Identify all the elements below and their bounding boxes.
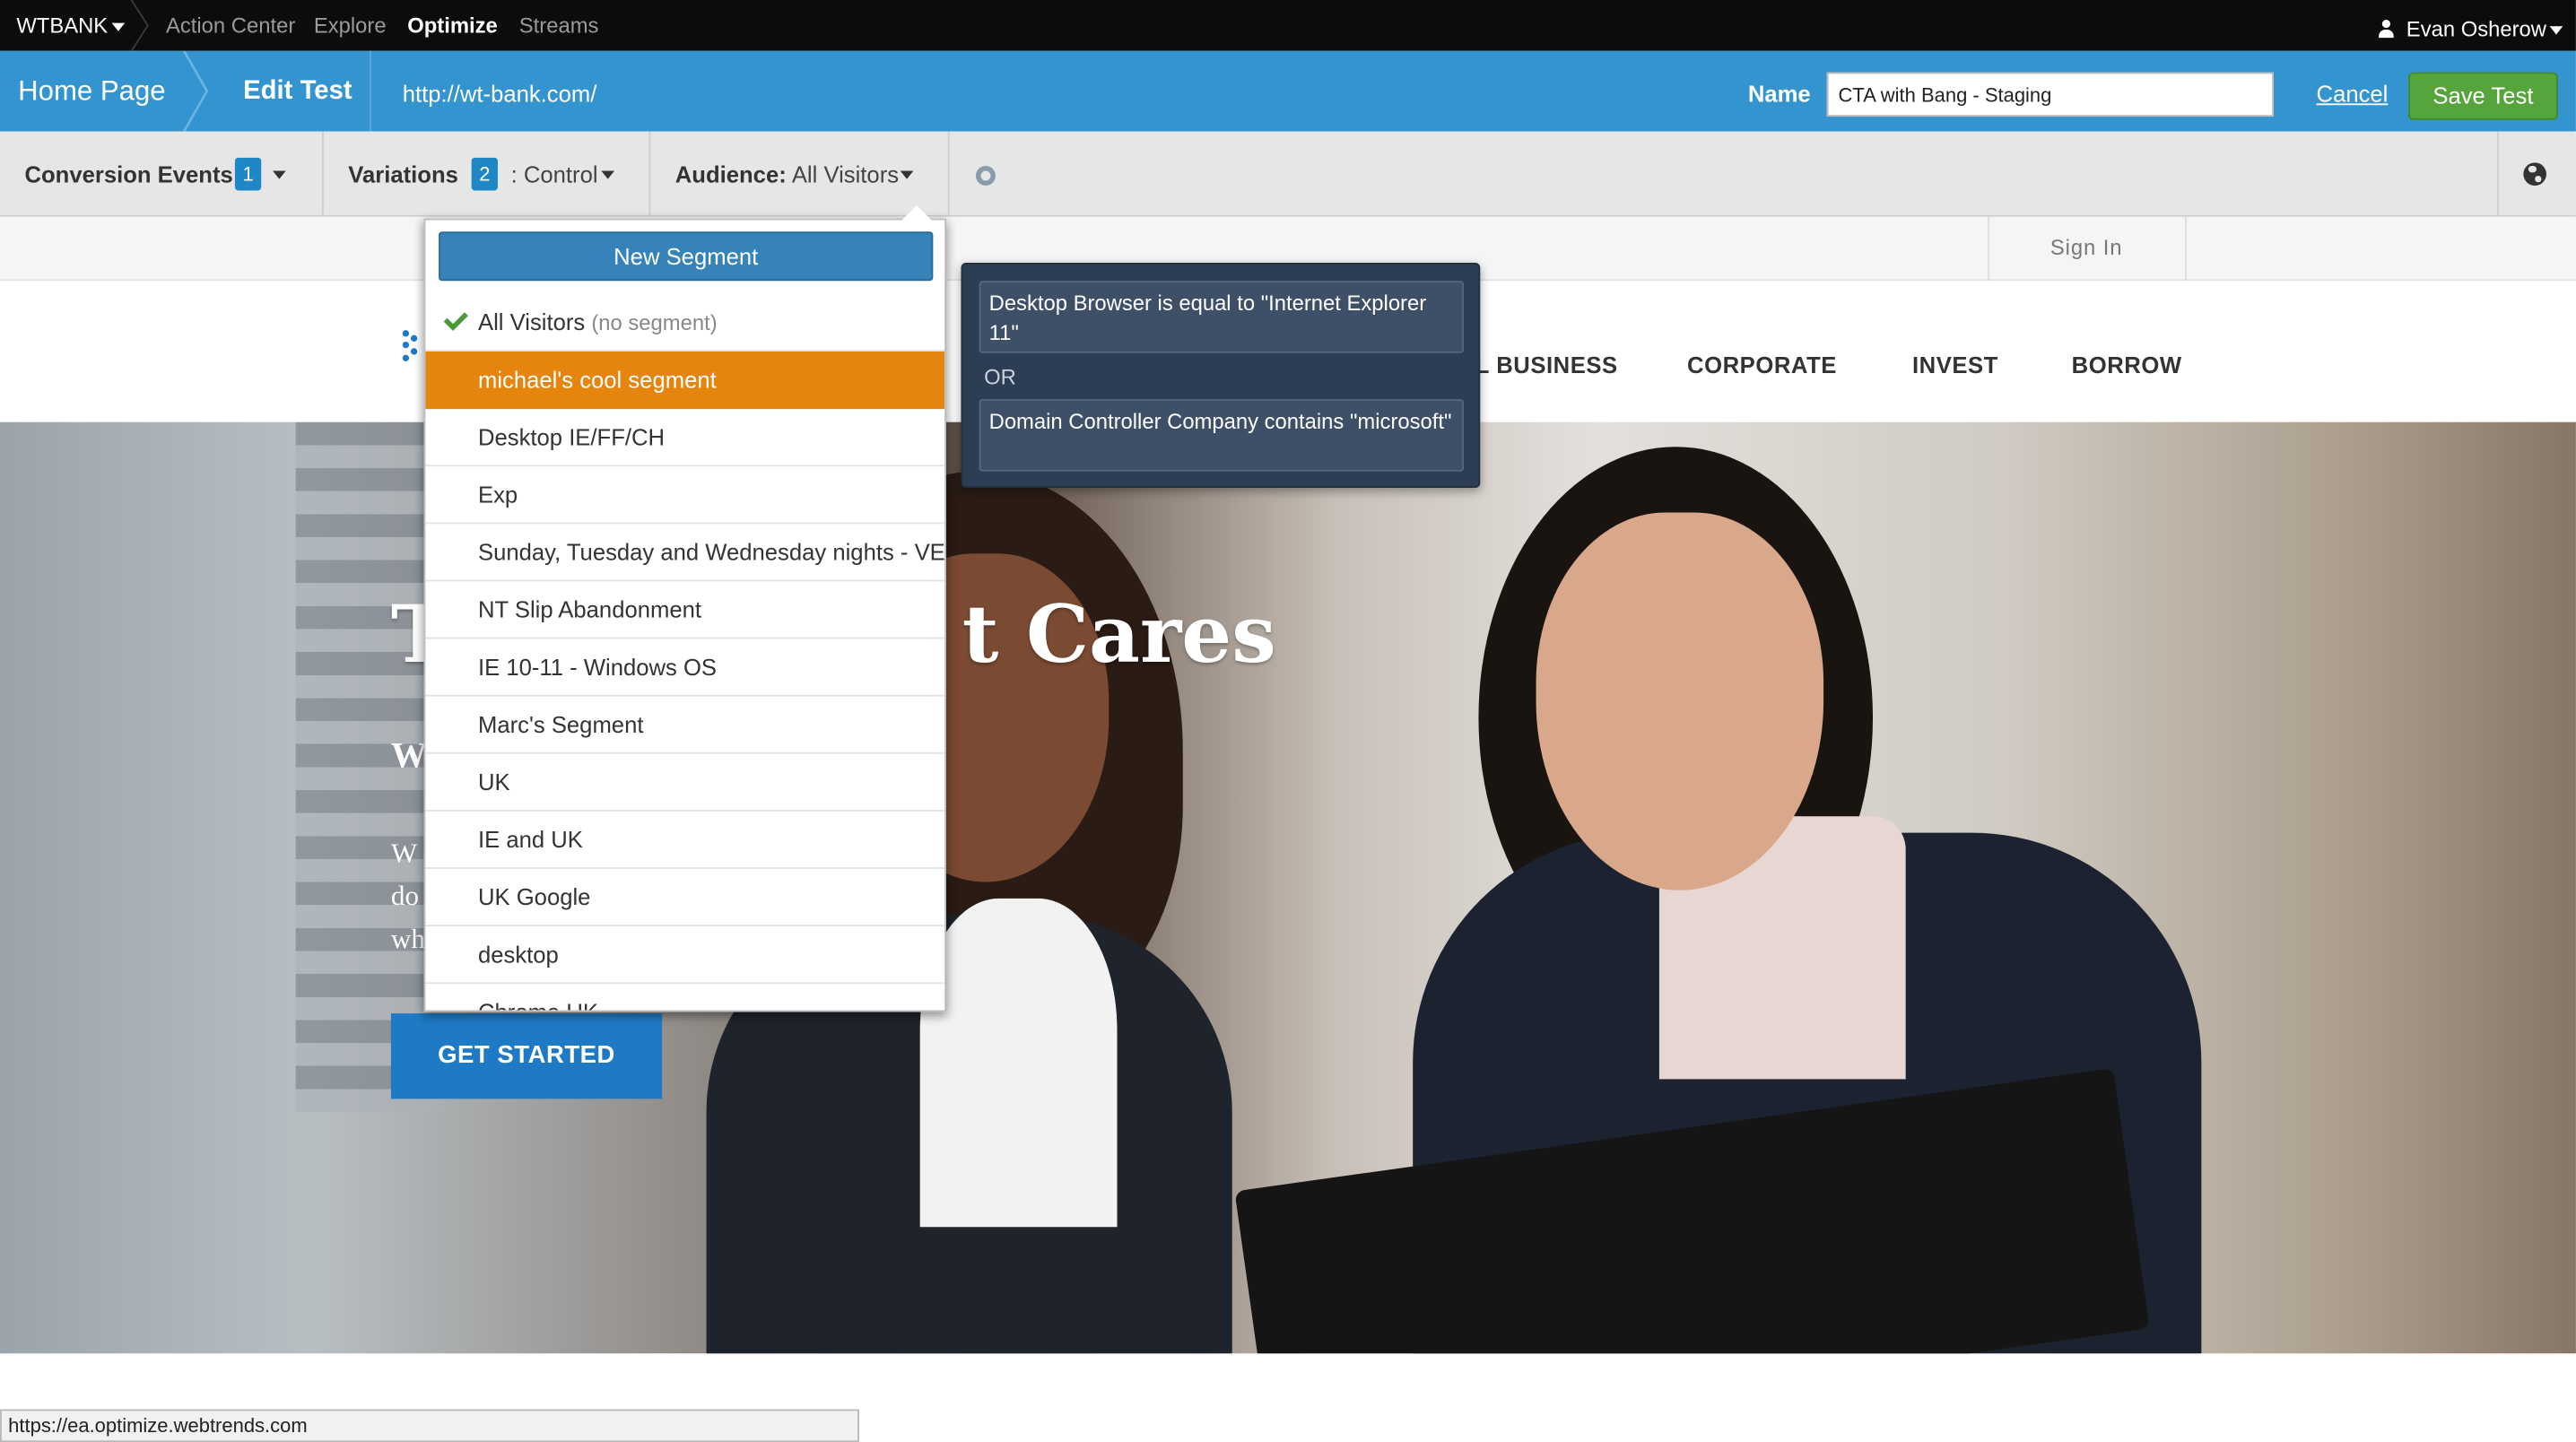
segment-rule: Desktop Browser is equal to "Internet Ex… xyxy=(979,281,1464,353)
test-name-input[interactable] xyxy=(1826,72,2274,117)
chevron-down-icon xyxy=(110,22,125,31)
segment-item[interactable]: michael's cool segment xyxy=(425,351,945,410)
nav-explore[interactable]: Explore xyxy=(314,13,387,38)
hero-headline-end: t Cares xyxy=(962,589,1276,682)
chevron-down-icon xyxy=(900,170,914,179)
browser-status-bar: https://ea.optimize.webtrends.com xyxy=(0,1409,859,1442)
app-window: WTBANK Action Center Explore Optimize St… xyxy=(0,0,2576,1442)
variations-label: Variations xyxy=(348,161,458,187)
global-nav-bar: WTBANK Action Center Explore Optimize St… xyxy=(0,0,2576,51)
globe-icon[interactable] xyxy=(2523,162,2546,186)
test-editor-header: Home Page Edit Test http://wt-bank.com/ … xyxy=(0,50,2576,132)
chevron-down-icon xyxy=(601,170,615,179)
breadcrumb-current: Edit Test xyxy=(243,77,352,106)
checkmark-icon xyxy=(443,306,468,331)
segment-note: (no segment) xyxy=(591,310,718,335)
segment-item[interactable]: Sunday, Tuesday and Wednesday nights - V… xyxy=(425,524,945,582)
name-label: Name xyxy=(1747,80,1811,108)
user-name: Evan Osherow xyxy=(2406,16,2546,41)
audience-label: Audience: xyxy=(674,161,787,187)
audience-segment-menu: New Segment All Visitors (no segment) mi… xyxy=(423,218,947,1012)
variations-selected: : Control xyxy=(510,161,598,187)
segment-definition-tooltip: Desktop Browser is equal to "Internet Ex… xyxy=(961,263,1481,488)
hero-banner: Tt Cares W W do wh GET STARTED xyxy=(0,421,2576,1354)
segment-item[interactable]: IE and UK xyxy=(425,812,945,869)
hero-subheading: W xyxy=(390,734,428,776)
variations-count: 2 xyxy=(471,157,498,191)
dropdown-pointer xyxy=(900,204,934,222)
new-segment-button[interactable]: New Segment xyxy=(439,231,934,282)
segment-item[interactable]: UK xyxy=(425,754,945,812)
account-switcher[interactable]: WTBANK xyxy=(16,13,125,39)
variations-dropdown[interactable]: Variations 2 : Control xyxy=(324,131,651,217)
conversion-events-dropdown[interactable]: Conversion Events 1 xyxy=(0,131,324,217)
test-toolbar: Conversion Events 1 Variations 2 : Contr… xyxy=(0,131,2576,217)
header-divider xyxy=(370,50,371,132)
site-nav-business[interactable]: L BUSINESS xyxy=(1475,352,1618,378)
segment-label: All Visitors xyxy=(477,308,586,335)
chevron-down-icon xyxy=(2549,26,2563,35)
rule-operator: OR xyxy=(984,364,1016,390)
site-logo-icon xyxy=(402,330,426,366)
nav-action-center[interactable]: Action Center xyxy=(166,13,295,38)
segment-item[interactable]: UK Google xyxy=(425,869,945,927)
user-icon xyxy=(2378,19,2394,39)
audience-selected: All Visitors xyxy=(791,161,900,187)
hero-paragraph-line: W xyxy=(390,838,418,869)
nav-streams[interactable]: Streams xyxy=(519,13,599,38)
nav-optimize[interactable]: Optimize xyxy=(407,13,498,38)
hero-paragraph: W do wh xyxy=(391,833,425,961)
divider xyxy=(2185,216,2187,282)
user-menu[interactable]: Evan Osherow xyxy=(2378,16,2563,41)
page-url[interactable]: http://wt-bank.com/ xyxy=(403,81,597,107)
hero-paragraph-line: wh xyxy=(390,923,425,955)
breadcrumb-chevron-icon xyxy=(182,50,209,132)
site-nav-borrow[interactable]: BORROW xyxy=(2072,352,2182,378)
conversion-events-label: Conversion Events xyxy=(24,161,233,187)
segment-item[interactable]: Chrome UK xyxy=(425,984,944,1011)
account-name: WTBANK xyxy=(16,13,109,39)
chevron-down-icon xyxy=(273,170,286,179)
segment-item[interactable]: Exp xyxy=(425,466,945,525)
site-nav-invest[interactable]: INVEST xyxy=(1912,352,1998,378)
nav-separator-icon xyxy=(130,0,149,51)
toolbar-divider xyxy=(2497,131,2499,217)
save-test-button[interactable]: Save Test xyxy=(2408,72,2558,120)
segment-rule: Domain Controller Company contains "micr… xyxy=(979,399,1464,472)
segment-item[interactable]: Marc's Segment xyxy=(425,697,945,754)
hero-photo-person xyxy=(919,898,1118,1228)
audience-dropdown[interactable]: Audience: All Visitors xyxy=(650,131,950,217)
site-sign-in-link[interactable]: Sign In xyxy=(2050,235,2123,259)
hero-paragraph-line: do xyxy=(390,880,420,912)
conversion-events-count: 1 xyxy=(234,157,262,191)
breadcrumb-home[interactable]: Home Page xyxy=(18,75,165,109)
segment-item[interactable]: NT Slip Abandonment xyxy=(425,581,945,639)
segment-item-all-visitors[interactable]: All Visitors (no segment) xyxy=(425,294,945,352)
site-nav-corporate[interactable]: CORPORATE xyxy=(1687,352,1837,378)
gear-icon[interactable] xyxy=(972,162,999,189)
cancel-link[interactable]: Cancel xyxy=(2317,81,2389,107)
segment-item[interactable]: IE 10-11 - Windows OS xyxy=(425,638,945,697)
segment-item[interactable]: Desktop IE/FF/CH xyxy=(425,409,945,467)
segment-item[interactable]: desktop xyxy=(425,926,945,985)
divider xyxy=(1988,216,1990,282)
get-started-button[interactable]: GET STARTED xyxy=(390,1013,663,1099)
hero-photo-person xyxy=(1536,512,1824,890)
